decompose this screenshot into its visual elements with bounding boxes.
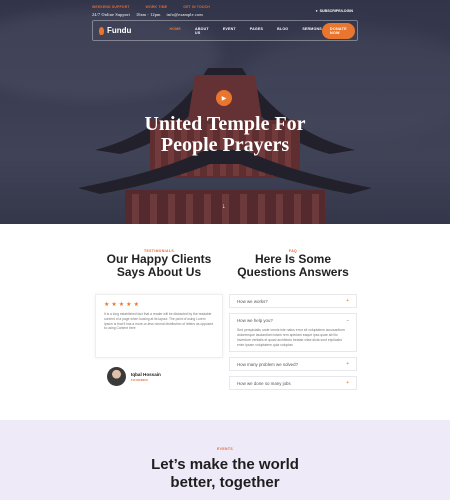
minus-icon: − — [346, 318, 349, 323]
hero-title-line: People Prayers — [160, 134, 290, 156]
star-icon: ★ — [104, 302, 110, 308]
nav-item-sermons[interactable]: SERMONS — [302, 27, 322, 35]
login-label: SUBSCRIPE/LOGIN — [319, 9, 353, 13]
hero-title-line: United Temple For — [144, 113, 306, 135]
faq-question: How many problem we solved? — [237, 361, 299, 367]
site-logo[interactable]: Fundu — [99, 26, 131, 35]
testimonial-text: It is a long established fact that a rea… — [104, 312, 214, 331]
faq-column: FAQ Here Is Some Questions Answers How w… — [229, 249, 357, 395]
work-time-text: 10am - 12pm — [136, 12, 161, 17]
nav-item-about[interactable]: ABOUT US — [195, 27, 209, 35]
faq-list: How we works? + How we help you? − Sed p… — [229, 294, 357, 390]
faq-question: How we works? — [237, 298, 268, 304]
testimonials-title: Our Happy Clients Says About Us — [95, 253, 223, 279]
faq-question: How we done so many jobs — [237, 380, 291, 386]
testimonial-author: Iqbal Hossain FOUNDER — [107, 367, 223, 386]
star-icon: ★ — [111, 302, 117, 308]
logo-text: Fundu — [107, 26, 132, 35]
faq-item[interactable]: How many problem we solved? + — [229, 357, 357, 371]
hero-section: WEEKEND SUPPORT WORK TIME GET IN TOUCH 2… — [0, 0, 450, 224]
hero-title: United Temple For People Prayers — [0, 114, 450, 156]
faq-item-open[interactable]: How we help you? − Sed perspiciatis unde… — [229, 313, 357, 352]
faq-question: How we help you? — [237, 318, 273, 323]
events-section: EVENTS Let’s make the world better, toge… — [0, 420, 450, 500]
main-nav: Fundu HOME ABOUT US EVENT PAGES BLOG SER… — [92, 20, 358, 41]
rating-stars: ★ ★ ★ ★ ★ — [104, 301, 214, 308]
topbar-label: WORK TIME — [145, 5, 168, 9]
nav-menu: HOME ABOUT US EVENT PAGES BLOG SERMONS — [169, 27, 321, 35]
play-icon: ▶ — [221, 95, 227, 102]
testimonials-column: TESTIMONIALS Our Happy Clients Says Abou… — [95, 249, 223, 386]
nav-item-home[interactable]: HOME — [169, 27, 181, 35]
author-name: Iqbal Hossain — [131, 371, 161, 377]
avatar — [107, 367, 126, 386]
plus-icon: + — [346, 380, 349, 386]
testimonials-faq-section: TESTIMONIALS Our Happy Clients Says Abou… — [0, 224, 450, 420]
star-icon: ★ — [126, 302, 132, 308]
plus-icon: + — [346, 361, 349, 367]
play-button[interactable]: ▶ — [216, 90, 232, 106]
faq-item[interactable]: How we done so many jobs + — [229, 376, 357, 390]
topbar-label: GET IN TOUCH — [183, 5, 210, 9]
title-line: Questions Answers — [237, 265, 349, 279]
events-kicker: EVENTS — [217, 447, 233, 451]
testimonial-card: ★ ★ ★ ★ ★ It is a long established fact … — [95, 294, 223, 358]
title-line: better, together — [170, 474, 280, 491]
flame-icon — [99, 26, 104, 35]
events-title: Let’s make the world better, together — [0, 456, 450, 492]
arrow-down-icon[interactable]: ↓ — [222, 203, 226, 210]
login-link[interactable]: ● SUBSCRIPE/LOGIN — [315, 9, 353, 13]
title-line: Says About Us — [116, 265, 202, 279]
nav-item-event[interactable]: EVENT — [223, 27, 236, 35]
star-icon: ★ — [118, 302, 125, 308]
nav-item-blog[interactable]: BLOG — [277, 27, 288, 35]
user-icon: ● — [315, 9, 318, 13]
author-role: FOUNDER — [131, 377, 148, 382]
topbar: WEEKEND SUPPORT WORK TIME GET IN TOUCH 2… — [92, 5, 352, 17]
plus-icon: + — [346, 298, 349, 304]
support-text: 24/7 Online Support — [92, 12, 130, 17]
donate-button[interactable]: DONATE NOW — [321, 22, 355, 39]
faq-item[interactable]: How we works? + — [229, 294, 357, 308]
faq-title: Here Is Some Questions Answers — [229, 253, 357, 279]
star-icon: ★ — [133, 302, 139, 308]
nav-item-pages[interactable]: PAGES — [250, 27, 263, 35]
faq-answer: Sed perspiciatis unde omnis iste natus e… — [237, 328, 345, 347]
email-link[interactable]: info@example.com — [167, 12, 203, 17]
topbar-label: WEEKEND SUPPORT — [92, 5, 130, 9]
title-line: Let’s make the world — [151, 456, 299, 473]
